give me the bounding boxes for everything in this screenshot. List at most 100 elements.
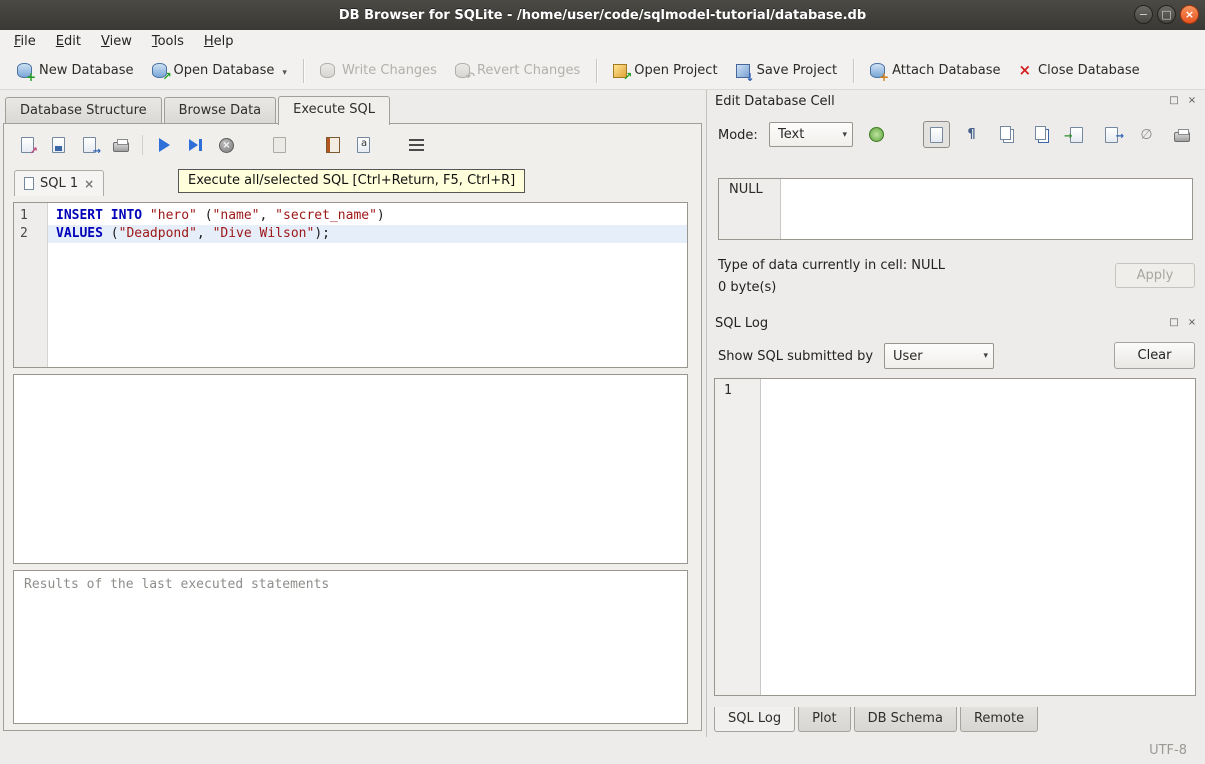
paste-cell-button[interactable] (1028, 121, 1055, 148)
write-changes-button: Write Changes (311, 57, 446, 84)
menu-edit[interactable]: Edit (46, 31, 91, 52)
paragraph-icon: ¶ (967, 128, 975, 142)
open-sql-file-button[interactable] (14, 132, 41, 159)
tab-browse-data[interactable]: Browse Data (164, 97, 277, 124)
cell-size-info: 0 byte(s) (718, 280, 776, 295)
log-filter-combo[interactable]: User ▾ (884, 343, 994, 369)
encoding-indicator: UTF-8 (1149, 743, 1187, 758)
close-database-button[interactable]: × Close Database (1009, 57, 1148, 84)
cell-editor-text[interactable] (781, 179, 1192, 239)
minimize-icon[interactable]: − (1134, 5, 1153, 24)
close-icon[interactable]: × (1180, 5, 1199, 24)
set-null-button[interactable]: ∅ (1133, 121, 1160, 148)
open-database-dropdown-icon[interactable]: ▾ (282, 68, 287, 78)
word-wrap-button[interactable]: ¶ (958, 121, 985, 148)
open-database-label: Open Database (174, 63, 275, 78)
tab-execute-sql[interactable]: Execute SQL (278, 96, 390, 125)
save-sql-as-button[interactable] (76, 132, 103, 159)
save-project-label: Save Project (757, 63, 838, 78)
attach-database-button[interactable]: Attach Database (861, 57, 1009, 84)
print-sql-button[interactable] (107, 132, 134, 159)
import-cell-button[interactable] (1063, 121, 1090, 148)
set-null-icon: ∅ (1140, 128, 1152, 142)
toolbar-separator (142, 135, 143, 155)
menu-view[interactable]: View (91, 31, 142, 52)
dock-tab-sql-log[interactable]: SQL Log (714, 707, 795, 732)
save-sql-file-button[interactable] (45, 132, 72, 159)
sql-log-title: SQL Log (715, 316, 768, 331)
sql-editor[interactable]: 12 INSERT INTO "hero" ("name", "secret_n… (13, 202, 688, 368)
print-icon (113, 142, 129, 152)
clear-log-button[interactable]: Clear (1114, 342, 1195, 369)
statusbar: UTF-8 (0, 737, 1205, 764)
main-toolbar: New Database Open Database ▾ Write Chang… (0, 52, 1205, 90)
results-grid[interactable] (13, 374, 688, 564)
sql-tab-close-icon[interactable]: × (84, 177, 94, 191)
dock-float-icon[interactable]: □ (1167, 94, 1181, 108)
open-project-button[interactable]: Open Project (604, 57, 726, 84)
close-database-icon: × (1018, 63, 1031, 78)
execute-line-bar-icon (199, 139, 202, 151)
maximize-icon[interactable]: □ (1157, 5, 1176, 24)
save-sql-as-icon (83, 137, 96, 153)
attach-database-label: Attach Database (892, 63, 1000, 78)
results-message-pane: Results of the last executed statements (13, 570, 688, 724)
new-database-label: New Database (39, 63, 134, 78)
dock-tab-remote[interactable]: Remote (960, 707, 1038, 732)
toolbar-separator (303, 59, 304, 83)
write-changes-label: Write Changes (342, 63, 437, 78)
save-project-button[interactable]: Save Project (727, 57, 847, 84)
line-number-gutter: 12 (14, 203, 48, 367)
execute-sql-panel: × SQL 1 × 12 INSERT INTO "he (3, 123, 702, 731)
dock-close-icon[interactable]: × (1185, 94, 1199, 108)
right-pane: Edit Database Cell □ × Mode: Text ▾ ¶ ∅ … (706, 90, 1205, 737)
menu-tools[interactable]: Tools (142, 31, 194, 52)
execute-line-button[interactable] (182, 132, 209, 159)
results-placeholder: Results of the last executed statements (24, 577, 329, 592)
chevron-down-icon: ▾ (983, 351, 988, 361)
tab-database-structure[interactable]: Database Structure (5, 97, 162, 124)
log-line-number: 1 (715, 379, 761, 695)
auto-switch-mode-icon (869, 127, 884, 142)
mode-combo[interactable]: Text ▾ (769, 122, 853, 147)
text-mode-button[interactable] (923, 121, 950, 148)
export-results-icon (273, 137, 286, 153)
log-text (761, 379, 1195, 695)
sql-log-area[interactable]: 1 (714, 378, 1196, 696)
save-sql-file-icon (52, 137, 65, 153)
auto-switch-mode-button[interactable] (863, 121, 890, 148)
stop-execution-button[interactable]: × (213, 132, 240, 159)
menu-file[interactable]: File (4, 31, 46, 52)
execute-line-icon (189, 139, 198, 151)
copy-cell-button[interactable] (993, 121, 1020, 148)
export-cell-button[interactable] (1098, 121, 1125, 148)
execute-all-icon (159, 138, 170, 152)
find-button[interactable] (319, 132, 346, 159)
format-sql-icon (409, 139, 424, 151)
cell-type-info: Type of data currently in cell: NULL (718, 258, 945, 273)
dock-close-icon[interactable]: × (1185, 316, 1199, 330)
dock-tab-db-schema[interactable]: DB Schema (854, 707, 957, 732)
mode-combo-value: Text (778, 127, 804, 142)
find-replace-button[interactable] (350, 132, 377, 159)
open-database-button[interactable]: Open Database ▾ (143, 57, 296, 84)
menu-help[interactable]: Help (194, 31, 244, 52)
execute-all-button[interactable] (151, 132, 178, 159)
print-cell-button[interactable] (1168, 121, 1195, 148)
sql-toolbar: × (4, 126, 701, 164)
export-results-button (266, 132, 293, 159)
log-filter-label: Show SQL submitted by (718, 349, 873, 364)
cell-editor[interactable]: NULL (718, 178, 1193, 240)
sql-code-area[interactable]: INSERT INTO "hero" ("name", "secret_name… (48, 203, 687, 367)
dock-tab-plot[interactable]: Plot (798, 707, 851, 732)
sql-tab-label: SQL 1 (40, 176, 78, 191)
titlebar: DB Browser for SQLite - /home/user/code/… (0, 0, 1205, 30)
open-project-icon (613, 64, 627, 78)
sql-log-dock-buttons: □ × (1167, 316, 1199, 330)
dock-float-icon[interactable]: □ (1167, 316, 1181, 330)
new-database-button[interactable]: New Database (8, 57, 143, 84)
sql-editor-tab[interactable]: SQL 1 × (14, 170, 104, 196)
app-window: DB Browser for SQLite - /home/user/code/… (0, 0, 1205, 764)
format-sql-button[interactable] (403, 132, 430, 159)
write-changes-icon (320, 63, 335, 78)
